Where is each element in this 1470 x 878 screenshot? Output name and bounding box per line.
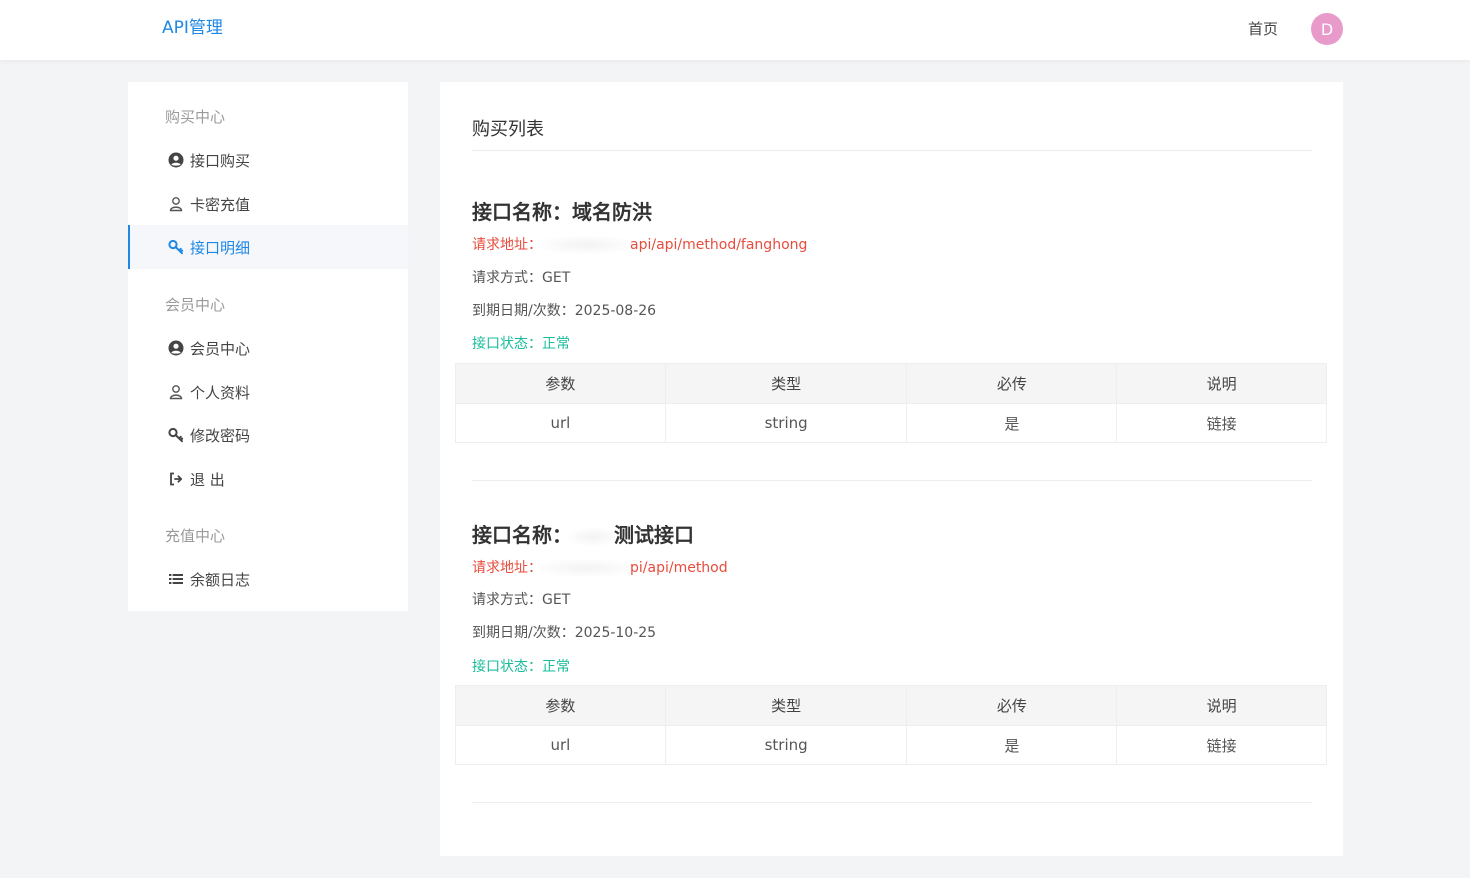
table-cell: 链接: [1116, 403, 1327, 443]
column-header: 说明: [1116, 363, 1327, 404]
sidebar-item-label: 退 出: [190, 470, 225, 489]
sidebar-item-balance-log[interactable]: 余额日志: [128, 557, 408, 601]
user-avatar[interactable]: D: [1311, 13, 1343, 45]
redacted-blur: [568, 527, 618, 546]
sidebar-group-title: 购买中心: [165, 108, 226, 126]
sidebar-item-card-recharge[interactable]: 卡密充值: [128, 182, 408, 226]
sidebar-item-profile[interactable]: 个人资料: [128, 370, 408, 414]
column-header: 类型: [664, 363, 908, 404]
api-status: 接口状态：正常: [472, 336, 570, 352]
table-cell: 是: [906, 403, 1118, 443]
user-outline-icon: [168, 196, 184, 212]
column-header: 必传: [906, 363, 1118, 404]
user-outline-icon: [168, 384, 184, 400]
table-cell: url: [455, 725, 666, 765]
sidebar-group-title: 会员中心: [165, 296, 226, 314]
table-header-row: 参数 类型 必传 说明: [455, 685, 1327, 726]
user-circle-icon: [168, 340, 184, 356]
sidebar-item-label: 接口明细: [190, 238, 251, 257]
key-icon: [168, 239, 184, 255]
sidebar-item-label: 修改密码: [190, 426, 251, 445]
column-header: 类型: [664, 685, 908, 726]
table-header-row: 参数 类型 必传 说明: [455, 363, 1327, 404]
sidebar: 购买中心 接口购买 卡密充值 接口明细 会员中心 会员中心 个人资料 修改密码 …: [128, 82, 408, 611]
sidebar-item-label: 余额日志: [190, 570, 251, 589]
top-navbar: API管理 首页 D: [0, 0, 1470, 60]
divider: [472, 802, 1312, 803]
column-header: 说明: [1116, 685, 1327, 726]
column-header: 参数: [455, 363, 666, 404]
table-cell: string: [664, 725, 908, 765]
sidebar-item-change-password[interactable]: 修改密码: [128, 413, 408, 457]
column-header: 参数: [455, 685, 666, 726]
sidebar-item-label: 卡密充值: [190, 195, 251, 214]
app-logo[interactable]: API管理: [162, 13, 223, 38]
table-cell: 链接: [1116, 725, 1327, 765]
sidebar-item-label: 个人资料: [190, 383, 251, 402]
divider: [472, 150, 1312, 151]
page-title: 购买列表: [472, 119, 544, 140]
sidebar-item-label: 接口购买: [190, 151, 251, 170]
api-method: 请求方式：GET: [472, 592, 571, 608]
sidebar-item-api-details[interactable]: 接口明细: [128, 225, 408, 269]
api-expiry: 到期日期/次数：2025-08-26: [472, 303, 657, 319]
api-method: 请求方式：GET: [472, 270, 571, 286]
key-icon: [168, 427, 184, 443]
table-row: url string 是 链接: [455, 403, 1327, 443]
user-circle-icon: [168, 152, 184, 168]
purchase-list-panel: 购买列表 接口名称：域名防洪 请求地址： api/api/method/fangh…: [440, 82, 1343, 856]
sidebar-item-label: 会员中心: [190, 339, 251, 358]
sidebar-group-title: 充值中心: [165, 527, 226, 545]
column-header: 必传: [906, 685, 1118, 726]
table-cell: url: [455, 403, 666, 443]
params-table: 参数 类型 必传 说明 url string 是 链接: [455, 363, 1327, 443]
api-url: 请求地址： pi/api/method: [472, 559, 728, 577]
api-expiry: 到期日期/次数：2025-10-25: [472, 625, 657, 641]
sidebar-item-logout[interactable]: 退 出: [128, 457, 408, 501]
nav-home-link[interactable]: 首页: [1248, 18, 1278, 39]
redacted-blur: [538, 236, 634, 254]
params-table: 参数 类型 必传 说明 url string 是 链接: [455, 685, 1327, 765]
api-name: 接口名称：域名防洪: [472, 200, 652, 224]
api-status: 接口状态：正常: [472, 659, 570, 675]
api-url: 请求地址： api/api/method/fanghong: [472, 236, 808, 254]
sign-out-icon: [168, 471, 184, 487]
table-cell: 是: [906, 725, 1118, 765]
redacted-blur: [538, 559, 634, 577]
list-icon: [168, 571, 184, 587]
table-row: url string 是 链接: [455, 725, 1327, 765]
sidebar-item-api-purchase[interactable]: 接口购买: [128, 138, 408, 182]
divider: [472, 480, 1312, 481]
table-cell: string: [664, 403, 908, 443]
sidebar-item-member-center[interactable]: 会员中心: [128, 326, 408, 370]
api-name: 接口名称： 测试接口: [472, 523, 694, 547]
